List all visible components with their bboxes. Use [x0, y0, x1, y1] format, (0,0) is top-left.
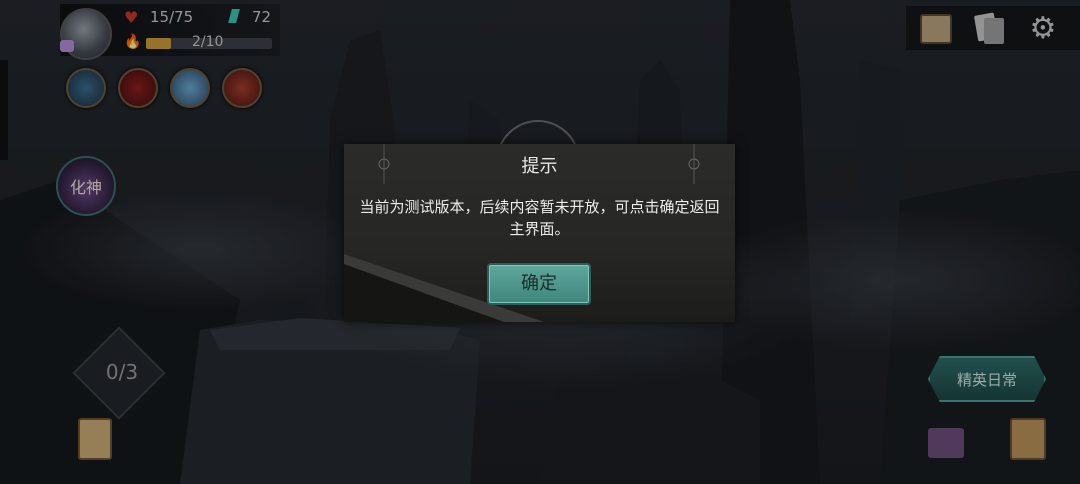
- alert-dialog: 提示 当前为测试版本，后续内容暂未开放，可点击确定返回主界面。 确定: [344, 144, 735, 322]
- dialog-title: 提示: [521, 156, 558, 177]
- dialog-message: 当前为测试版本，后续内容暂未开放，可点击确定返回主界面。: [359, 198, 720, 238]
- confirm-button[interactable]: 确定: [487, 263, 591, 305]
